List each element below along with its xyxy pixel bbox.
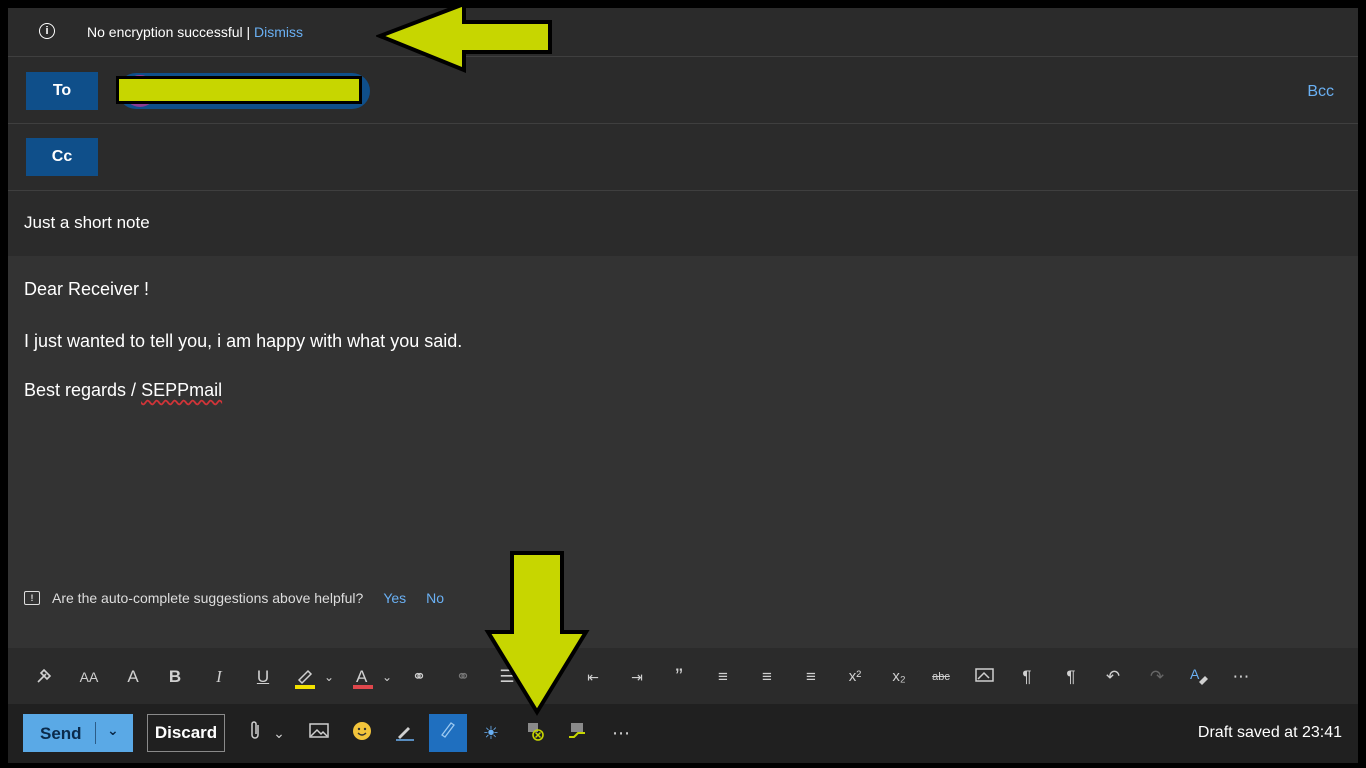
quote-icon[interactable]: ”	[666, 664, 692, 690]
more-icon[interactable]: ⋯	[608, 720, 634, 746]
undo-icon[interactable]: ↶	[1100, 664, 1126, 690]
font-size-icon[interactable]: AA	[76, 664, 102, 690]
encryption-icon[interactable]	[522, 720, 548, 746]
to-button[interactable]: To	[26, 72, 98, 110]
insert-link-icon[interactable]: ⚭	[406, 664, 432, 690]
info-icon: i	[39, 23, 55, 39]
chevron-down-icon[interactable]: ⌄	[107, 722, 119, 739]
rtl-icon[interactable]: ¶	[1058, 664, 1084, 690]
increase-indent-icon[interactable]: ⇥	[624, 664, 650, 690]
feedback-icon: !	[24, 591, 40, 605]
draft-status: Draft saved at 23:41	[1197, 724, 1342, 741]
info-message: No encryption successful | Dismiss	[87, 24, 303, 40]
grow-font-icon[interactable]: A	[120, 664, 146, 690]
send-label: Send	[40, 724, 82, 743]
feedback-yes-link[interactable]: Yes	[383, 590, 406, 606]
attach-icon[interactable]	[242, 720, 268, 746]
editor-icon[interactable]	[429, 714, 467, 752]
autocomplete-feedback: ! Are the auto-complete suggestions abov…	[24, 590, 444, 606]
remove-link-icon[interactable]: ⚭	[450, 664, 476, 690]
signature-text: SEPPmail	[141, 380, 223, 400]
highlight-icon[interactable]	[292, 664, 318, 690]
body-text: Best regards /	[24, 380, 142, 400]
align-right-icon[interactable]: ≡	[798, 664, 824, 690]
to-row: To Bcc	[8, 57, 1358, 123]
body-line: Best regards / SEPPmail	[24, 380, 222, 401]
font-color-icon[interactable]: A	[350, 664, 376, 690]
immersive-reader-icon[interactable]: ☀	[478, 720, 504, 746]
body-line: I just wanted to tell you, i am happy wi…	[24, 331, 463, 351]
action-bar: Send ⌄ Discard ⌄ ☀ ⋯ Draft saved at 23:4…	[8, 704, 1358, 763]
formatting-toolbar: AA A B I U ⌄ A ⌄ ⚭ ⚭ ☰ ☰ ⇤ ⇥ ” ≡ ≡ ≡ x² …	[8, 648, 1358, 704]
message-body[interactable]: Dear Receiver ! I just wanted to tell yo…	[8, 256, 1358, 648]
svg-text:A: A	[1190, 666, 1200, 682]
send-button[interactable]: Send ⌄	[23, 714, 133, 752]
format-painter-icon[interactable]	[32, 664, 58, 690]
cc-button[interactable]: Cc	[26, 138, 98, 176]
feedback-no-link[interactable]: No	[426, 590, 444, 606]
ltr-icon[interactable]: ¶	[1014, 664, 1040, 690]
discard-button[interactable]: Discard	[147, 714, 225, 752]
clear-formatting-icon[interactable]	[972, 664, 998, 690]
chevron-down-icon[interactable]: ⌄	[266, 720, 292, 746]
bold-icon[interactable]: B	[162, 664, 188, 690]
subject-text: Just a short note	[24, 213, 150, 232]
insert-picture-icon[interactable]	[306, 720, 332, 746]
svg-text:A: A	[356, 667, 368, 686]
italic-icon[interactable]: I	[206, 664, 232, 690]
cc-row: Cc	[8, 124, 1358, 190]
more-icon[interactable]: ⋯	[1228, 664, 1254, 690]
arrow-annotation	[484, 551, 590, 716]
chevron-down-icon[interactable]: ⌄	[374, 664, 400, 690]
recipient-chip[interactable]	[116, 73, 370, 109]
info-bar: i No encryption successful | Dismiss	[8, 8, 1358, 56]
arrow-annotation	[376, 2, 552, 73]
align-left-icon[interactable]: ≡	[710, 664, 736, 690]
superscript-icon[interactable]: x²	[842, 664, 868, 690]
styles-icon[interactable]: A	[1186, 664, 1212, 690]
sign-icon[interactable]	[564, 720, 590, 746]
emoji-icon[interactable]	[349, 720, 375, 746]
feedback-question: Are the auto-complete suggestions above …	[52, 590, 364, 606]
divider	[95, 722, 96, 744]
redaction-mark	[116, 76, 362, 104]
underline-icon[interactable]: U	[250, 664, 276, 690]
info-message-text: No encryption successful |	[87, 24, 251, 40]
redo-icon[interactable]: ↷	[1144, 664, 1170, 690]
dismiss-link[interactable]: Dismiss	[254, 24, 303, 40]
subscript-icon[interactable]: x₂	[886, 664, 912, 690]
chevron-down-icon[interactable]: ⌄	[316, 664, 342, 690]
align-center-icon[interactable]: ≡	[754, 664, 780, 690]
subject-field[interactable]: Just a short note	[8, 191, 1358, 255]
signature-icon[interactable]	[392, 720, 418, 746]
bcc-link[interactable]: Bcc	[1307, 83, 1334, 101]
body-line: Dear Receiver !	[24, 279, 150, 299]
strikethrough-icon[interactable]: abc	[928, 664, 954, 690]
